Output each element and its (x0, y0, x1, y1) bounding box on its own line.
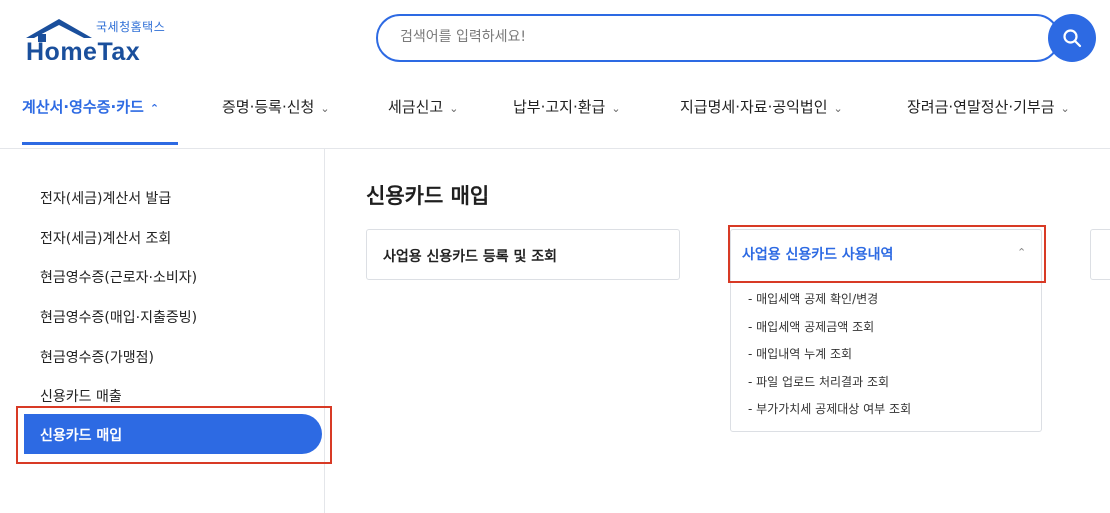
nav-item-label: 납부·고지·환급 (513, 98, 606, 116)
nav-item-label: 장려금·연말정산·기부금 (907, 98, 1055, 116)
card-business-card-register[interactable]: 사업용 신용카드 등록 및 조회 (366, 229, 680, 280)
top-navigation: 계산서·영수증·카드 ⌃ 증명·등록·신청 ⌄ 세금신고 ⌄ 납부·고지·환급 ⌄ 지급… (0, 84, 1110, 149)
submenu-item-purchase-total[interactable]: - 매입내역 누계 조회 (748, 345, 852, 362)
submenu-item-deduction-check[interactable]: - 매입세액 공제 확인/변경 (748, 290, 878, 307)
chevron-up-icon[interactable]: ⌃ (1017, 246, 1026, 259)
sidebar-item-label: 신용카드 매입 (40, 428, 123, 444)
sidebar-item-credit-card-sales[interactable]: 신용카드 매출 (40, 386, 122, 406)
chevron-down-icon: ⌄ (833, 102, 843, 115)
submenu-item-deduction-amount[interactable]: - 매입세액 공제금액 조회 (748, 318, 874, 335)
chevron-down-icon: ⌄ (1060, 102, 1070, 115)
nav-item-payment-refund[interactable]: 납부·고지·환급 ⌄ (513, 96, 621, 117)
nav-item-certificate-registration[interactable]: 증명·등록·신청 ⌄ (222, 96, 330, 117)
chevron-down-icon: ⌄ (449, 102, 459, 115)
card-label: 사업용 신용카드 등록 및 조회 (383, 249, 558, 265)
logo-title: HomeTax (26, 38, 141, 66)
sidebar-item-cash-receipt-consumer[interactable]: 현금영수증(근로자·소비자) (40, 267, 197, 287)
search-button[interactable] (1048, 14, 1096, 62)
sidebar-item-cash-receipt-purchase[interactable]: 현금영수증(매입·지출증빙) (40, 307, 197, 327)
chevron-down-icon: ⌄ (320, 102, 330, 115)
chevron-down-icon: ⌄ (611, 102, 621, 115)
hometax-logo[interactable]: 국세청홈택스 HomeTax (22, 14, 182, 66)
logo-subtitle: 국세청홈택스 (96, 20, 166, 34)
nav-item-payment-statement[interactable]: 지급명세·자료·공익법인 ⌄ (680, 96, 843, 117)
submenu-item-file-upload-result[interactable]: - 파일 업로드 처리결과 조회 (748, 373, 889, 390)
nav-item-label: 증명·등록·신청 (222, 98, 315, 116)
nav-item-label: 계산서·영수증·카드 (22, 98, 144, 116)
sidebar-item-einvoice-issue[interactable]: 전자(세금)계산서 발급 (40, 188, 171, 208)
search-icon (1063, 29, 1082, 48)
card-usage-title[interactable]: 사업용 신용카드 사용내역 (742, 244, 893, 264)
sidebar-item-credit-card-purchase[interactable]: 신용카드 매입 (24, 414, 322, 454)
search-input[interactable] (398, 28, 1002, 46)
active-nav-underline (22, 142, 178, 145)
nav-item-label: 세금신고 (388, 98, 444, 116)
page-title: 신용카드 매입 (366, 184, 490, 208)
card-partial-next[interactable] (1090, 229, 1110, 280)
nav-item-invoice-receipt-card[interactable]: 계산서·영수증·카드 ⌃ (22, 96, 159, 117)
nav-item-incentive-yearend[interactable]: 장려금·연말정산·기부금 ⌄ (907, 96, 1070, 117)
search-bar (376, 14, 1060, 62)
nav-item-label: 지급명세·자료·공익법인 (680, 98, 828, 116)
sidebar-item-einvoice-inquiry[interactable]: 전자(세금)계산서 조회 (40, 228, 171, 248)
chevron-up-icon: ⌃ (149, 102, 160, 115)
nav-item-tax-filing[interactable]: 세금신고 ⌄ (388, 96, 458, 117)
sidebar-item-cash-receipt-merchant[interactable]: 현금영수증(가맹점) (40, 347, 154, 367)
submenu-item-vat-deduction-eligibility[interactable]: - 부가가치세 공제대상 여부 조회 (748, 400, 911, 417)
